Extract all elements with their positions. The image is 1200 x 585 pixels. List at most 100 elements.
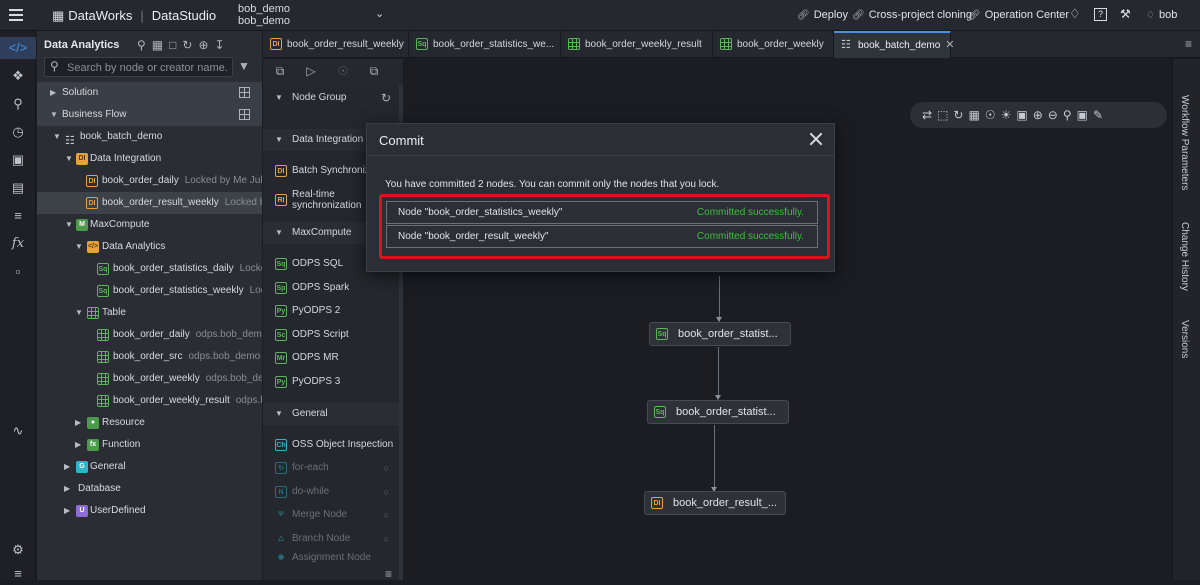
- canvas-node[interactable]: Sq book_order_statist...: [649, 322, 791, 346]
- tree-item-folder[interactable]: ▼ </> Data Analytics: [37, 236, 262, 258]
- search-input[interactable]: [67, 60, 227, 75]
- user-menu[interactable]: ♢ bob: [1146, 9, 1177, 21]
- chevron-down-icon[interactable]: ⌄: [375, 7, 384, 20]
- format-icon[interactable]: ✎: [1093, 108, 1108, 122]
- wrench-icon[interactable]: ⚒: [1120, 7, 1131, 21]
- target-icon[interactable]: ☉: [985, 108, 1001, 122]
- puzzle-icon[interactable]: ❖: [0, 65, 36, 87]
- right-rail: Workflow Parameters Change History Versi…: [1172, 59, 1200, 580]
- settings-icon[interactable]: ⚙: [0, 539, 36, 561]
- grid-view-icon[interactable]: [239, 109, 250, 120]
- sql-node-icon: Sq: [656, 328, 668, 340]
- node-type-pyodps3[interactable]: Py PyODPS 3: [263, 371, 399, 393]
- menu-icon[interactable]: [8, 7, 24, 23]
- node-type-odps-mr[interactable]: Mr ODPS MR: [263, 347, 399, 369]
- zoom-in-icon[interactable]: ⊕: [1033, 108, 1048, 122]
- new-file-icon[interactable]: □: [169, 38, 182, 52]
- tab-book-order-weekly[interactable]: book_order_weekly: [713, 31, 834, 58]
- workflow-parameters-tab[interactable]: Workflow Parameters: [1179, 95, 1190, 190]
- cross-project-cloning-link[interactable]: 🔗︎ Cross-project cloning: [852, 9, 972, 21]
- node-type-odps-spark[interactable]: Sp ODPS Spark: [263, 277, 399, 299]
- zoom-out-icon[interactable]: ⊖: [1048, 108, 1063, 122]
- node-group-header[interactable]: ▼ Node Group ↻: [263, 87, 399, 109]
- tree-item-node[interactable]: DI book_order_daily Locked by Me Jul 29: [37, 170, 262, 192]
- bell-icon[interactable]: ♢: [1069, 6, 1081, 22]
- deploy-link[interactable]: 🔗︎ Deploy: [797, 9, 848, 21]
- canvas-node[interactable]: Sq book_order_statist...: [647, 400, 789, 424]
- operation-center-link[interactable]: 🔗︎ Operation Center: [968, 9, 1069, 21]
- tree-item-table[interactable]: book_order_daily odps.bob_demo: [37, 324, 262, 346]
- tree-item-folder[interactable]: ▶ fx Function: [37, 434, 262, 456]
- tree-item-node[interactable]: Sq book_order_statistics_weekly Locked: [37, 280, 262, 302]
- grid-icon[interactable]: ▦: [152, 38, 169, 52]
- locate-icon[interactable]: ⊕: [198, 38, 214, 52]
- refresh-icon[interactable]: ↻: [381, 87, 391, 109]
- import-icon[interactable]: ↧: [215, 38, 231, 52]
- tree-item-folder[interactable]: ▶ G General: [37, 456, 262, 478]
- fullscreen-icon[interactable]: ▣: [1077, 108, 1093, 122]
- node-type-odps-script[interactable]: Sc ODPS Script: [263, 324, 399, 346]
- tab-overflow-menu-icon[interactable]: ≡: [1185, 37, 1192, 51]
- tab-book-order-statistics-weekly[interactable]: Sq book_order_statistics_we...: [409, 31, 561, 58]
- tree-item-folder[interactable]: ▼ DI Data Integration: [37, 148, 262, 170]
- tree-item-workflow[interactable]: ▼ ☷ book_batch_demo: [37, 126, 262, 148]
- tab-book-batch-demo[interactable]: ☷ book_batch_demo ✕: [834, 31, 955, 58]
- pulse-icon[interactable]: ∿: [0, 420, 36, 442]
- canvas-node-label: book_order_statist...: [676, 406, 776, 418]
- swap-icon[interactable]: ⇄: [922, 108, 937, 122]
- collapse-menu-icon[interactable]: ≡: [0, 563, 36, 585]
- canvas-node[interactable]: DI book_order_result_...: [644, 491, 786, 515]
- refresh-icon[interactable]: ↻: [953, 108, 968, 122]
- layout-icon[interactable]: ▦: [968, 108, 984, 122]
- workflow-toolbar: ⧉ ▷ ☉ ⧉: [263, 59, 403, 85]
- tab-book-order-result-weekly[interactable]: DI book_order_result_weekly: [263, 31, 409, 58]
- help-icon[interactable]: ?: [1094, 8, 1107, 21]
- tree-item-folder[interactable]: ▶ U UserDefined: [37, 500, 262, 522]
- section-business-flow[interactable]: ▼ Business Flow: [37, 104, 262, 126]
- node-type-label: PyODPS 3: [292, 376, 341, 387]
- trash-icon[interactable]: ▫: [0, 261, 36, 283]
- run-icon[interactable]: ▷: [303, 63, 319, 79]
- list-view-icon[interactable]: ≡: [385, 567, 392, 581]
- submit-icon[interactable]: ⧉: [272, 63, 288, 79]
- tree-item-table[interactable]: book_order_weekly odps.bob_demo: [37, 368, 262, 390]
- tab-book-order-weekly-result[interactable]: book_order_weekly_result: [561, 31, 713, 58]
- workspace-selector[interactable]: bob_demo bob_demo: [238, 3, 290, 27]
- filter-icon[interactable]: ▼: [238, 59, 250, 73]
- section-solution[interactable]: ▶ Solution: [37, 82, 262, 104]
- select-icon[interactable]: ⬚: [937, 108, 953, 122]
- function-icon[interactable]: fx: [0, 233, 36, 255]
- dialog-title: Commit: [379, 133, 424, 148]
- actual-size-icon[interactable]: ▣: [1016, 108, 1032, 122]
- tree-item-node-selected[interactable]: DI book_order_result_weekly Locked by Me: [37, 192, 262, 214]
- tree-item-table[interactable]: book_order_weekly_result odps.bob_demo: [37, 390, 262, 412]
- clock-icon[interactable]: ◷: [0, 121, 36, 143]
- sun-icon[interactable]: ☀: [1001, 108, 1017, 122]
- group-general[interactable]: ▼ General: [263, 403, 399, 425]
- tree-item-folder[interactable]: ▼ Table: [37, 302, 262, 324]
- stop-icon[interactable]: ☉: [335, 63, 351, 79]
- briefcase-icon[interactable]: ▣: [0, 149, 36, 171]
- node-type-oss-inspection[interactable]: Ch OSS Object Inspection: [263, 434, 399, 456]
- grid-view-icon[interactable]: [239, 87, 250, 98]
- table-icon[interactable]: ▤: [0, 177, 36, 199]
- table-location: odps.bob_demo: [195, 329, 262, 340]
- format-icon[interactable]: ⧉: [366, 63, 382, 79]
- search-icon[interactable]: ⚲: [1063, 108, 1077, 122]
- user-filter-icon[interactable]: ⚲: [137, 38, 152, 52]
- close-icon[interactable]: [804, 127, 828, 151]
- tree-item-label: book_order_daily: [102, 175, 179, 186]
- code-icon[interactable]: </>: [0, 37, 36, 59]
- node-type-pyodps2[interactable]: Py PyODPS 2: [263, 300, 399, 322]
- tree-item-table[interactable]: book_order_src odps.bob_demo: [37, 346, 262, 368]
- close-tab-icon[interactable]: ✕: [945, 39, 954, 51]
- refresh-icon[interactable]: ↻: [182, 38, 198, 52]
- versions-tab[interactable]: Versions: [1179, 320, 1190, 358]
- tree-item-node[interactable]: Sq book_order_statistics_daily Locked: [37, 258, 262, 280]
- tree-item-folder[interactable]: ▶ Database: [37, 478, 262, 500]
- search-icon[interactable]: ⚲: [0, 93, 36, 115]
- change-history-tab[interactable]: Change History: [1179, 222, 1190, 291]
- list-icon[interactable]: ≡: [0, 205, 36, 227]
- tree-item-folder[interactable]: ▶ ● Resource: [37, 412, 262, 434]
- tree-item-folder[interactable]: ▼ M MaxCompute: [37, 214, 262, 236]
